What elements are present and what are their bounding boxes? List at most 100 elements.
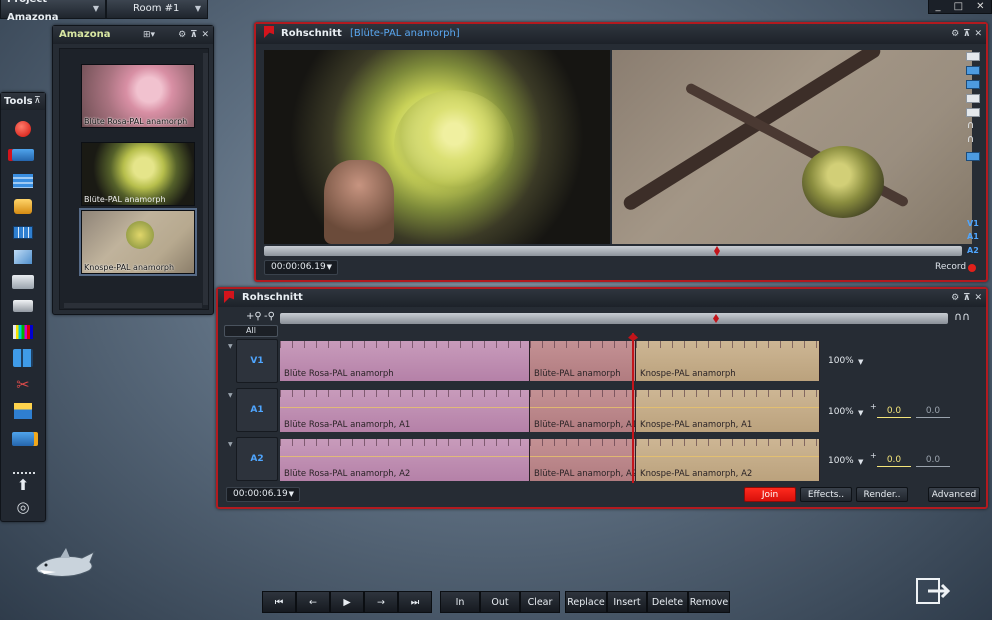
collapse-icon[interactable]: ▼ [228,441,233,448]
project-selector[interactable]: Project Amazona ▼ [0,0,106,23]
record-icon[interactable] [968,264,976,272]
fingerprint-icon[interactable]: ◎ [10,497,36,517]
view-menu-icon[interactable]: ⊞▾ [143,26,155,44]
track-header-a1[interactable]: A1 [236,388,278,432]
timeline-clip[interactable]: Blüte Rosa-PAL anamorph, A1 [280,390,530,432]
pan-value[interactable]: 0.0 [916,454,950,467]
calculator-icon[interactable] [10,348,36,368]
timeline-titlebar[interactable]: Rohschnitt ⚙ ⊼ ✕ [218,289,986,307]
track-header-a2[interactable]: A2 [236,437,278,481]
exit-icon[interactable] [916,578,952,604]
record-icon[interactable] [10,119,36,139]
gear-icon[interactable]: ⚙ [951,289,959,307]
export-icon[interactable] [10,429,36,449]
timeline-clip[interactable]: Blüte Rosa-PAL anamorph [280,341,530,381]
clear-button[interactable]: Clear [520,591,560,613]
close-icon[interactable]: ✕ [974,289,982,307]
volume-value[interactable]: 0.0 [877,405,911,418]
step-forward-button[interactable]: → [364,591,398,613]
timeline-clip[interactable]: Blüte-PAL anamorph, A2 [530,439,636,481]
effects-button[interactable]: Effects.. [800,487,852,502]
step-back-button[interactable]: ← [296,591,330,613]
color-bars-icon[interactable] [10,322,36,342]
zoom-all-button[interactable]: All [224,325,278,337]
clip-thumbnail[interactable]: Blüte-PAL anamorph [81,142,195,206]
mark-in-button[interactable]: In [440,591,480,613]
remove-button[interactable]: Remove [688,591,730,613]
timeline-playhead[interactable] [628,333,639,483]
clip-thumbnail[interactable]: Blüte Rosa-PAL anamorph [81,64,195,128]
track-header-v1[interactable]: V1 [236,339,278,383]
chevron-down-icon[interactable]: ▼ [858,458,863,466]
ruler-marker[interactable] [713,314,719,323]
collapse-icon[interactable]: ▼ [228,392,233,399]
timeline-ruler[interactable] [280,313,948,324]
viewer-scrub-bar[interactable] [264,246,962,256]
plus-icon[interactable]: + [870,402,877,411]
window-icon[interactable] [966,94,980,103]
import-icon[interactable] [10,145,36,165]
collapse-icon[interactable]: ▼ [228,343,233,350]
export-icon[interactable] [966,152,980,161]
close-icon[interactable]: ✕ [976,1,984,12]
plus-icon[interactable]: + [870,451,877,460]
gear-icon[interactable]: ⚙ [178,26,186,44]
loop-icon[interactable]: ∩ [967,120,974,131]
timeline-clip[interactable]: Blüte Rosa-PAL anamorph, A2 [280,439,530,481]
timeline-clip[interactable]: Knospe-PAL anamorph, A2 [636,439,820,481]
gear-icon[interactable]: ⚙ [951,24,959,44]
scrollbar[interactable] [203,53,208,305]
maximize-icon[interactable]: □ [954,1,963,12]
timeline-clip[interactable]: Knospe-PAL anamorph [636,341,820,381]
pan-value[interactable]: 0.0 [916,405,950,418]
chevron-down-icon[interactable]: ▼ [858,409,863,417]
close-icon[interactable]: ✕ [201,26,209,44]
join-button[interactable]: Join [744,487,796,502]
loop-icon[interactable]: ∩ [967,134,974,145]
track-label-a2[interactable]: A2 [967,246,979,255]
program-video[interactable] [612,50,972,244]
upload-icon[interactable]: ⬆ [10,475,36,495]
layout-icon[interactable] [966,66,980,75]
storyboard-icon[interactable] [10,222,36,242]
window-icon[interactable] [966,108,980,117]
source-video[interactable] [264,50,610,244]
room-selector[interactable]: Room #1 ▼ [106,0,208,19]
track-label-v1[interactable]: V1 [967,219,979,228]
pin-icon[interactable]: ⊼ [34,93,41,110]
scissors-icon[interactable]: ✂ [10,374,36,394]
camera-icon[interactable] [10,196,36,216]
go-to-end-button[interactable]: ⏭ [398,591,432,613]
pin-icon[interactable]: ⊼ [190,26,197,44]
track-percent[interactable]: 100% [828,356,854,366]
media-panel-titlebar[interactable]: Amazona ⊞▾ ⚙ ⊼ ✕ [53,26,213,44]
playhead-marker[interactable] [714,246,720,256]
go-to-start-button[interactable]: ⏮ [262,591,296,613]
pin-icon[interactable]: ⊼ [963,289,970,307]
pin-icon[interactable]: ⊼ [963,24,970,44]
track-percent[interactable]: 100% [828,456,854,466]
insert-button[interactable]: Insert [607,591,647,613]
timeline-clip[interactable]: Blüte-PAL anamorph, A1 [530,390,636,432]
render-icon[interactable] [10,401,36,421]
volume-value[interactable]: 0.0 [877,454,911,467]
render-button[interactable]: Render.. [856,487,908,502]
layout-icon[interactable] [966,80,980,89]
folder-icon[interactable] [966,52,980,61]
replace-button[interactable]: Replace [565,591,607,613]
close-icon[interactable]: ✕ [974,24,982,44]
advanced-button[interactable]: Advanced [928,487,980,502]
timeline-clip[interactable]: Knospe-PAL anamorph, A1 [636,390,820,432]
viewer-titlebar[interactable]: Rohschnitt [Blüte-PAL anamorph] ⚙ ⊼ ✕ [256,24,986,44]
zoom-out-icon[interactable]: -⚲ [264,311,275,322]
loop-icon[interactable]: ∩∩ [954,310,970,323]
tools-titlebar[interactable]: Tools ⊼ [1,93,45,110]
timeline-clip[interactable]: Blüte-PAL anamorph [530,341,636,381]
track-label-a1[interactable]: A1 [967,232,979,241]
scrollbar[interactable] [64,303,202,308]
track-percent[interactable]: 100% [828,407,854,417]
disk-icon[interactable] [10,296,36,316]
printer-icon[interactable] [10,272,36,292]
timeline-timecode[interactable]: 00:00:06.19 ▼ [226,487,300,502]
viewer-timecode[interactable]: 00:00:06.19 ▼ [264,260,338,275]
